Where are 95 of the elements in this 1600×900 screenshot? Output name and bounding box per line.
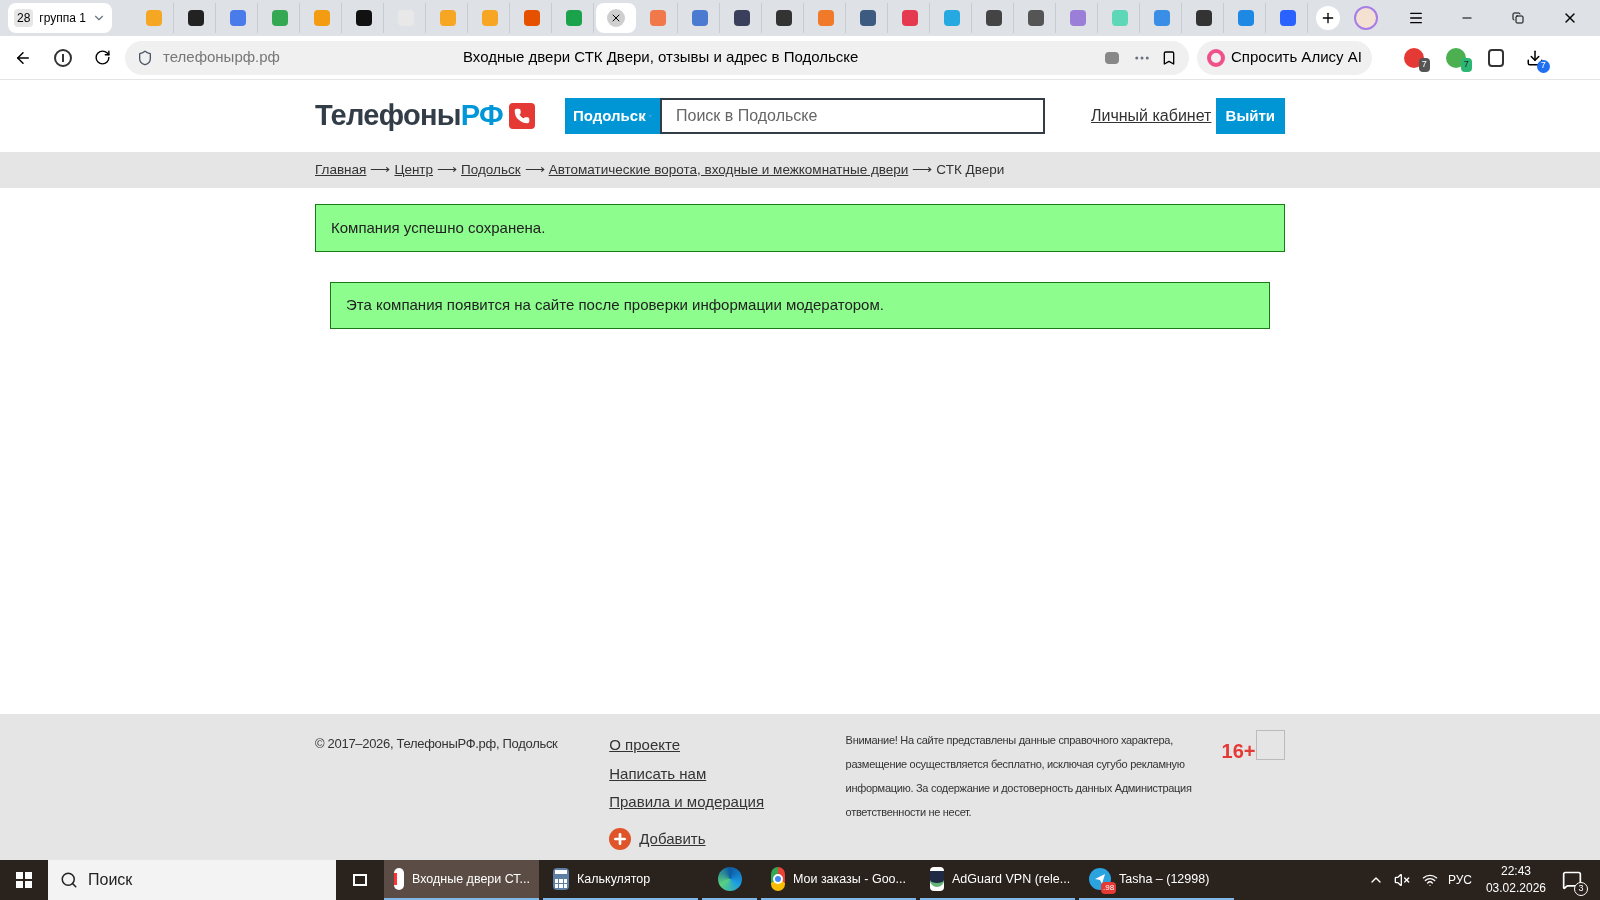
reload-icon[interactable] — [94, 49, 111, 66]
favicon-icon — [355, 10, 372, 26]
favicon-icon — [649, 10, 666, 26]
success-alert: Компания успешно сохранена. — [315, 204, 1285, 252]
favicon-icon — [1027, 10, 1044, 26]
footer-link[interactable]: Правила и модерация — [609, 791, 765, 814]
taskbar-app[interactable]: Мои заказы - Goo... — [761, 860, 916, 900]
app-label: Tasha – (12998) — [1119, 870, 1210, 888]
muted-speaker-icon[interactable] — [1393, 872, 1410, 888]
alice-button[interactable]: Спросить Алису AI — [1197, 40, 1372, 75]
broken-image-icon — [1255, 730, 1285, 760]
new-tab-button[interactable] — [1316, 6, 1340, 30]
bookmark-icon[interactable] — [1161, 49, 1177, 66]
wifi-icon[interactable] — [1421, 872, 1438, 888]
adblock-icon[interactable] — [1403, 47, 1424, 68]
favicon-icon — [439, 10, 456, 26]
plus-icon — [1320, 10, 1336, 26]
search-field[interactable]: Поиск в Подольске — [660, 98, 1045, 134]
close-icon[interactable] — [607, 9, 625, 27]
taskbar-app[interactable]: Tasha – (12998) .98 — [1079, 860, 1234, 900]
favicon-icon — [1153, 10, 1170, 26]
phone-icon — [509, 103, 536, 129]
favicon-icon — [1111, 10, 1128, 26]
favicon-icon — [1195, 10, 1212, 26]
extension-badge: 7 — [1460, 58, 1472, 72]
favicon-icon — [1069, 10, 1086, 26]
site-logo[interactable]: ТелефоныРФ — [315, 94, 565, 138]
add-link[interactable]: Добавить — [609, 827, 706, 850]
favicon-icon — [145, 10, 162, 26]
favicon-icon — [985, 10, 1002, 26]
breadcrumb-link[interactable]: Автоматические ворота, входные и межкомнатные двери — [548, 159, 909, 181]
chrome-icon — [771, 867, 785, 891]
notification-count: 3 — [1574, 882, 1588, 896]
copyright-text: © 2017–2026, ТелефоныРФ.рф, Подольск — [315, 735, 559, 753]
favicon-icon — [229, 10, 246, 26]
disclaimer-text: Внимание! На сайте представлены данные справочного характера, размещение осуществляется бесплатно, исключая сугубо рекламную информацию. За содержание и достоверность данных Администрация ответственности не несет. — [845, 733, 1193, 820]
breadcrumb-separator: ⟶ — [370, 160, 391, 179]
favicon-icon — [943, 10, 960, 26]
favicon-icon — [523, 10, 540, 26]
breadcrumb-link[interactable]: Центр — [394, 159, 434, 181]
calculator-icon — [553, 868, 569, 890]
breadcrumb-separator: ⟶ — [437, 160, 458, 179]
app-label: Входные двери СТ... — [412, 870, 531, 888]
taskbar-app[interactable]: AdGuard VPN (rele... — [920, 860, 1075, 900]
search-icon — [60, 871, 78, 889]
language-indicator[interactable]: РУС — [1447, 871, 1472, 889]
age-rating: 16+ — [1221, 739, 1256, 764]
extension-icon[interactable] — [1445, 47, 1466, 68]
taskbar-search-field[interactable]: Поиск — [48, 860, 336, 900]
favicon-icon — [187, 10, 204, 26]
favicon-icon — [1279, 10, 1296, 26]
favicon-icon — [565, 10, 582, 26]
app-label: Мои заказы - Goo... — [792, 870, 906, 888]
group-count: 28 — [14, 9, 34, 27]
clock[interactable]: 22:43 03.02.2026 — [1485, 863, 1546, 897]
favicon-icon — [859, 10, 876, 26]
favicon-icon — [901, 10, 918, 26]
edge-icon — [717, 867, 742, 891]
account-link[interactable]: Личный кабинет — [1091, 104, 1212, 128]
app-label: AdGuard VPN (rele... — [952, 870, 1071, 888]
breadcrumb-separator: ⟶ — [524, 160, 545, 179]
extension-badge: 7 — [1418, 58, 1430, 72]
favicon-icon — [313, 10, 330, 26]
app-label: Калькулятор — [577, 870, 651, 888]
taskbar-app[interactable]: Калькулятор — [543, 860, 698, 900]
taskbar-app[interactable]: Входные двери СТ... — [384, 860, 539, 900]
breadcrumb-link[interactable]: Подольск — [461, 159, 521, 181]
notifications-icon[interactable] — [1562, 870, 1582, 890]
footer-link[interactable]: О проекте — [609, 734, 680, 757]
page-title: Входные двери СТК Двери, отзывы и адрес в Подольске — [463, 47, 860, 68]
shield-icon — [137, 49, 153, 66]
group-label: группа 1 — [39, 10, 86, 27]
favicon-icon — [481, 10, 498, 26]
logo-text: ТелефоныРФ — [315, 98, 504, 134]
breadcrumb-current: СТК Двери — [936, 160, 1005, 179]
download-badge: 7 — [1536, 59, 1550, 73]
date-text: 03.02.2026 — [1485, 880, 1546, 897]
favicon-icon — [817, 10, 834, 26]
address-bar[interactable]: телефонырф.рф Входные двери СТК Двери, отзывы и адрес в Подольске — [125, 40, 1189, 75]
favicon-icon — [691, 10, 708, 26]
unread-badge: .98 — [1101, 882, 1117, 894]
favicon-icon — [733, 10, 750, 26]
restore-icon[interactable] — [1512, 12, 1524, 24]
breadcrumb-separator: ⟶ — [912, 160, 933, 179]
time-text: 22:43 — [1500, 863, 1531, 880]
favicon-icon — [775, 10, 792, 26]
favicon-icon — [271, 10, 288, 26]
favicon-icon — [1237, 10, 1254, 26]
alice-icon — [1207, 48, 1225, 67]
footer-link[interactable]: Написать нам — [609, 762, 707, 785]
breadcrumb-link[interactable]: Главная — [315, 159, 367, 181]
url-text: телефонырф.рф — [163, 47, 281, 68]
menu-icon[interactable] — [1408, 10, 1424, 26]
success-alert: Эта компания появится на сайте после проверки информации модератором. — [330, 282, 1270, 329]
tab-group[interactable]: 28 группа 1 — [8, 3, 112, 33]
